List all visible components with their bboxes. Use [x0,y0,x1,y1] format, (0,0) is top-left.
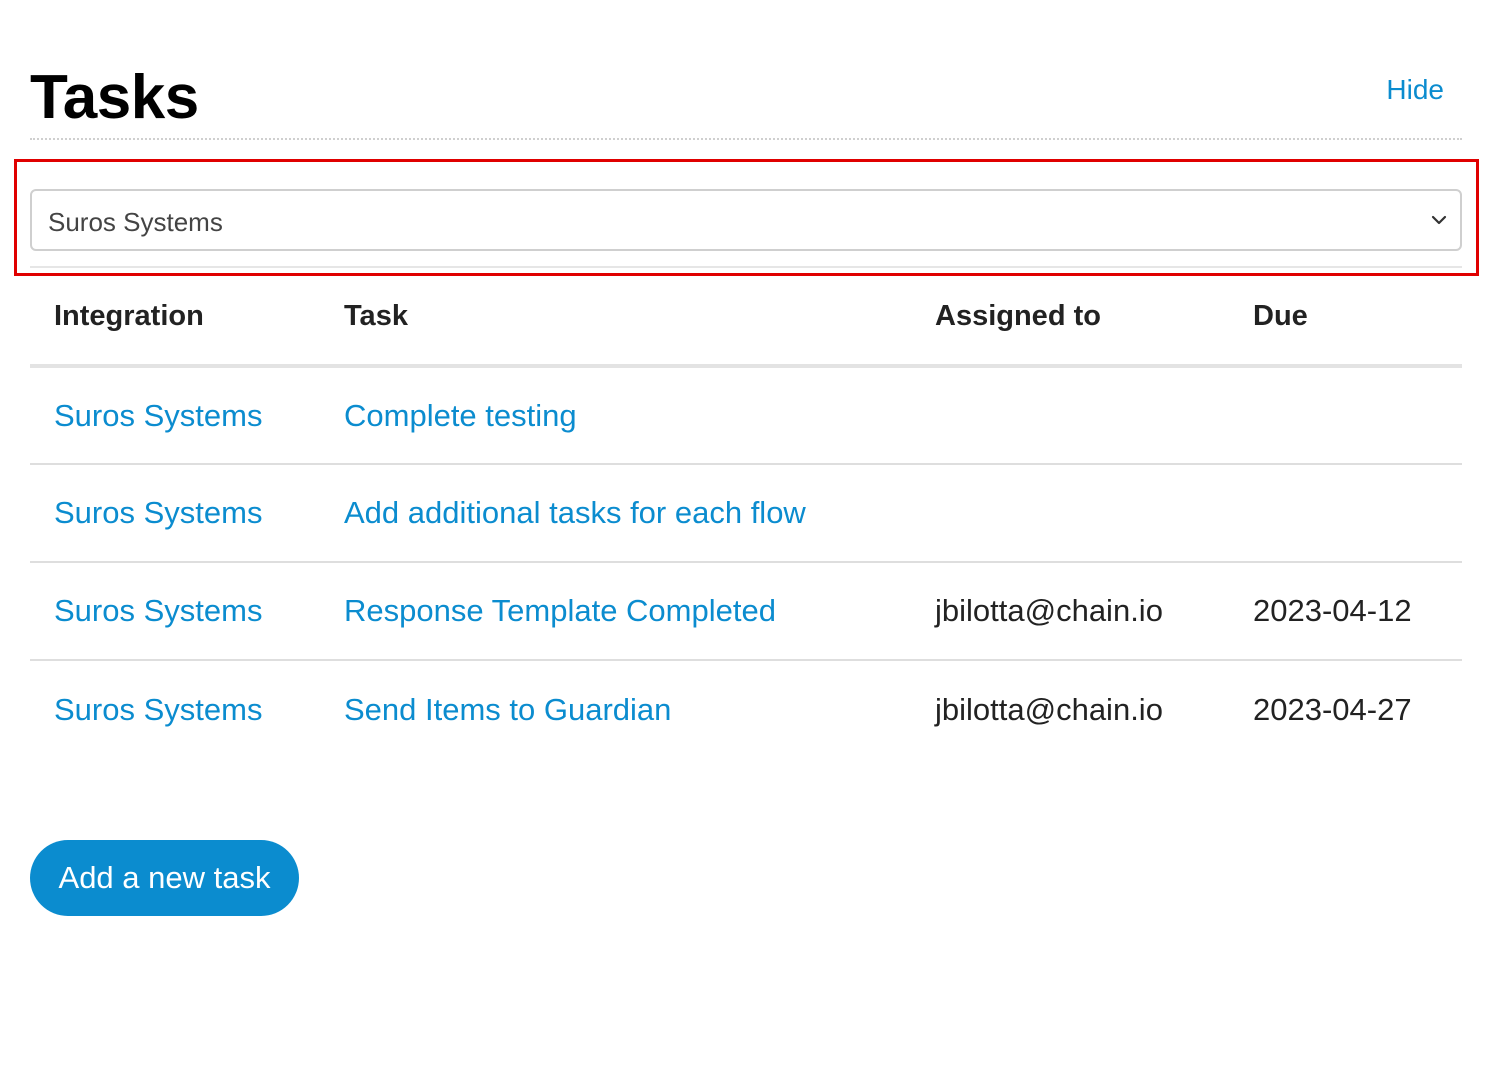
task-link-text[interactable]: Complete testing [344,398,577,433]
due-cell: 2023-04-27 [1229,660,1462,758]
task-link[interactable]: Complete testing [320,366,911,465]
due-cell: 2023-04-12 [1229,562,1462,661]
column-header-due: Due [1229,268,1462,368]
assigned-to-cell: jbilotta@chain.io [911,660,1229,758]
table-row: Suros Systems Complete testing [30,366,1462,465]
table-row: Suros Systems Send Items to Guardian jbi… [30,660,1462,758]
due-text: 2023-04-27 [1253,691,1412,727]
task-link-text[interactable]: Send Items to Guardian [344,692,671,727]
tasks-header: Tasks Hide [30,60,1462,140]
column-header-integration: Integration [30,268,320,368]
chevron-down-icon [1431,215,1447,225]
task-link[interactable]: Send Items to Guardian [320,660,911,758]
column-header-task: Task [320,268,911,368]
add-task-button[interactable]: Add a new task [30,840,299,916]
integration-link[interactable]: Suros Systems [30,660,320,758]
task-link[interactable]: Response Template Completed [320,562,911,661]
integration-link-text[interactable]: Suros Systems [54,692,262,727]
due-cell [1229,366,1462,465]
task-link[interactable]: Add additional tasks for each flow [320,464,911,563]
table-header-row: Integration Task Assigned to Due [30,268,1462,368]
integration-link-text[interactable]: Suros Systems [54,495,262,530]
integration-link[interactable]: Suros Systems [30,562,320,661]
due-cell [1229,464,1462,563]
assigned-to-text: jbilotta@chain.io [935,593,1163,628]
integration-filter-value: Suros Systems [48,207,223,237]
hide-link[interactable]: Hide [1386,74,1444,106]
assigned-to-cell: jbilotta@chain.io [911,562,1229,661]
assigned-to-text: jbilotta@chain.io [935,691,1163,727]
due-text: 2023-04-12 [1253,593,1412,628]
integration-link[interactable]: Suros Systems [30,464,320,563]
column-header-assigned-to: Assigned to [911,268,1229,368]
integration-link[interactable]: Suros Systems [30,366,320,465]
tasks-table: Integration Task Assigned to Due Suros S… [30,268,1462,758]
assigned-to-cell [911,366,1229,465]
table-row: Suros Systems Add additional tasks for e… [30,464,1462,563]
table-row: Suros Systems Response Template Complete… [30,562,1462,661]
integration-link-text[interactable]: Suros Systems [54,593,262,628]
tasks-page: Tasks Hide Suros Systems Integration Tas… [0,0,1506,1082]
integration-filter-select[interactable]: Suros Systems [30,189,1462,251]
task-link-text[interactable]: Add additional tasks for each flow [344,495,806,530]
page-title: Tasks [30,63,199,132]
task-link-text[interactable]: Response Template Completed [344,593,776,628]
integration-link-text[interactable]: Suros Systems [54,398,262,433]
assigned-to-cell [911,464,1229,563]
